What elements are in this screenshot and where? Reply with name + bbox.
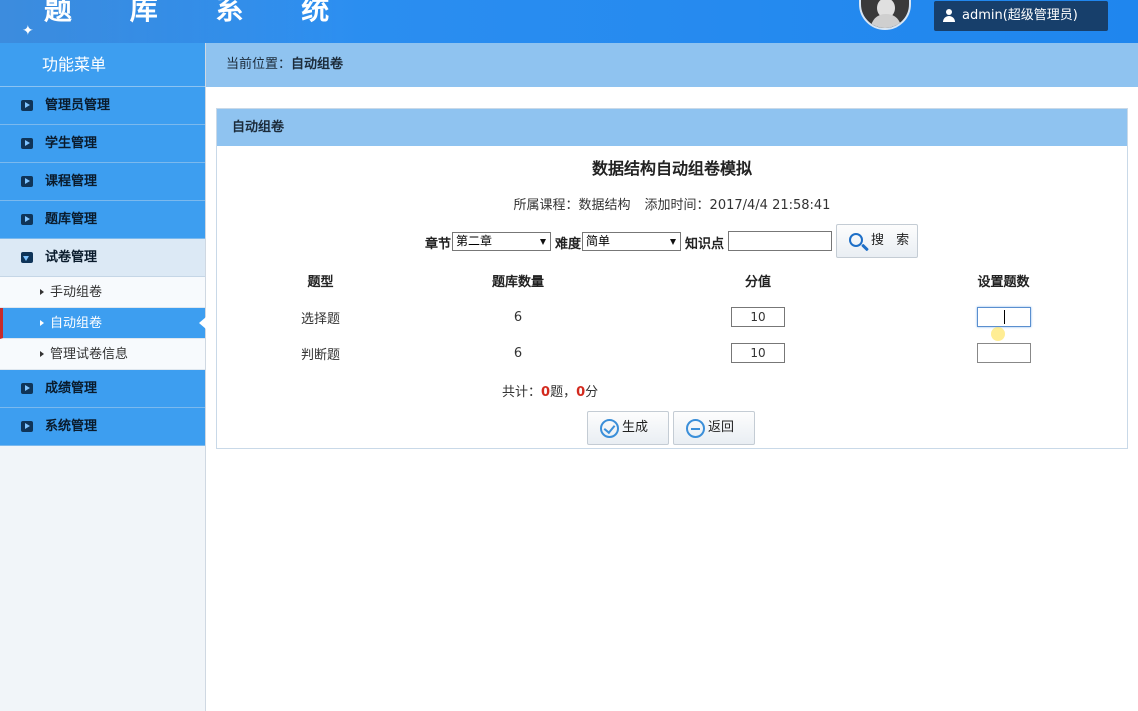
- expand-arrow-icon: [21, 100, 33, 111]
- knowledge-label: 知识点: [685, 237, 725, 252]
- points-unit: 分: [585, 385, 599, 400]
- search-button-label: 搜 索: [871, 233, 914, 248]
- sidebar-item-question-bank[interactable]: 题库管理: [0, 201, 205, 239]
- sidebar-title: 功能菜单: [0, 43, 205, 87]
- question-type-cell: 选择题: [300, 311, 340, 327]
- question-type-table: 题型 题库数量 分值 设置题数 选择题 6 10 判断题 6 10: [229, 261, 1115, 371]
- text-caret: [1003, 310, 1005, 324]
- generate-button[interactable]: 生成: [587, 411, 669, 445]
- total-points: 0: [576, 385, 586, 400]
- sidebar-item-label: 学生管理: [45, 136, 98, 151]
- sidebar-subitem-manual-compose[interactable]: 手动组卷: [0, 277, 205, 308]
- user-avatar[interactable]: [859, 0, 911, 30]
- collapse-arrow-icon: [21, 252, 33, 263]
- breadcrumb: 当前位置：自动组卷: [206, 43, 1138, 87]
- expand-arrow-icon: [21, 176, 33, 187]
- table-header-row: 题型 题库数量 分值 设置题数: [229, 261, 1115, 299]
- generate-button-label: 生成: [622, 420, 649, 435]
- sidebar-item-label: 成绩管理: [45, 381, 98, 396]
- sidebar-item-label: 试卷管理: [45, 250, 98, 265]
- summary-prefix: 共计：: [502, 385, 542, 400]
- set-count-input[interactable]: [976, 343, 1031, 363]
- score-cell: 10: [624, 335, 892, 371]
- mouse-cursor-highlight: [991, 327, 1005, 341]
- difficulty-label: 难度: [555, 237, 582, 252]
- sidebar: 功能菜单 管理员管理 学生管理 课程管理 题库管理 试卷管理 手动组卷 自动组卷…: [0, 43, 206, 711]
- back-button-label: 返回: [708, 420, 735, 435]
- difficulty-select-value: 简单: [586, 234, 611, 248]
- auto-compose-panel: 自动组卷 数据结构自动组卷模拟 所属课程：数据结构 添加时间：2017/4/4 2…: [216, 108, 1128, 449]
- expand-arrow-icon: [21, 421, 33, 432]
- sidebar-subitem-label: 自动组卷: [50, 316, 103, 331]
- set-count-input[interactable]: [976, 307, 1031, 327]
- sparkle-icon: ✦: [22, 23, 34, 39]
- breadcrumb-current: 自动组卷: [291, 57, 344, 72]
- sidebar-subitem-manage-papers[interactable]: 管理试卷信息: [0, 339, 205, 370]
- course-info: 所属课程：数据结构: [513, 198, 631, 213]
- sidebar-item-admin[interactable]: 管理员管理: [0, 87, 205, 125]
- sidebar-item-grades[interactable]: 成绩管理: [0, 370, 205, 408]
- dropdown-arrow-icon: [540, 239, 546, 245]
- user-account-button[interactable]: admin(超级管理员): [934, 1, 1108, 31]
- breadcrumb-prefix: 当前位置：: [226, 57, 292, 72]
- question-type-cell: 判断题: [300, 347, 340, 363]
- knowledge-input[interactable]: [728, 231, 832, 251]
- sidebar-item-label: 课程管理: [45, 174, 98, 189]
- sidebar-item-courses[interactable]: 课程管理: [0, 163, 205, 201]
- user-label: admin(超级管理员): [962, 8, 1078, 23]
- score-input[interactable]: 10: [731, 343, 785, 363]
- column-header: 题型: [307, 274, 334, 290]
- table-row: 判断题 6 10: [229, 335, 1115, 371]
- sidebar-item-papers[interactable]: 试卷管理: [0, 239, 205, 277]
- chapter-select-value: 第二章: [456, 234, 493, 248]
- chapter-select[interactable]: 第二章: [452, 232, 551, 251]
- sidebar-subitem-label: 管理试卷信息: [50, 347, 129, 362]
- expand-arrow-icon: [21, 138, 33, 149]
- chapter-label: 章节: [425, 237, 452, 252]
- column-header: 设置题数: [977, 274, 1030, 290]
- search-button[interactable]: 搜 索: [836, 224, 918, 258]
- added-time: 添加时间：2017/4/4 21:58:41: [644, 198, 831, 213]
- difficulty-select[interactable]: 简单: [582, 232, 681, 251]
- column-header: 题库数量: [491, 274, 544, 290]
- total-questions: 0: [541, 385, 551, 400]
- column-header: 分值: [744, 274, 771, 290]
- sidebar-item-label: 管理员管理: [45, 98, 111, 113]
- score-input[interactable]: 10: [731, 307, 785, 327]
- dropdown-arrow-icon: [670, 239, 676, 245]
- back-button[interactable]: 返回: [673, 411, 755, 445]
- sidebar-item-students[interactable]: 学生管理: [0, 125, 205, 163]
- paper-title: 数据结构自动组卷模拟: [591, 159, 752, 178]
- top-header: ✦ 题 库 系 统 admin(超级管理员): [0, 0, 1138, 43]
- search-icon: [849, 233, 863, 247]
- bank-count-cell: 6: [513, 345, 523, 361]
- user-icon: [943, 9, 955, 23]
- paper-meta: 所属课程：数据结构 添加时间：2017/4/4 21:58:41: [217, 194, 1127, 213]
- expand-arrow-icon: [21, 214, 33, 225]
- sidebar-subitem-auto-compose[interactable]: 自动组卷: [0, 308, 206, 339]
- expand-arrow-icon: [21, 383, 33, 394]
- sidebar-item-label: 系统管理: [45, 419, 98, 434]
- panel-heading: 自动组卷: [217, 109, 1127, 146]
- sidebar-item-system[interactable]: 系统管理: [0, 408, 205, 446]
- app-logo-text: 题 库 系 统: [44, 0, 354, 26]
- set-count-cell: [892, 335, 1115, 371]
- bank-count-cell: 6: [513, 309, 523, 325]
- sidebar-subitem-label: 手动组卷: [50, 285, 103, 300]
- question-unit: 题，: [550, 385, 577, 400]
- total-summary: 共计：0题，0分: [502, 381, 598, 400]
- check-circle-icon: [600, 419, 619, 438]
- table-row: 选择题 6 10: [229, 299, 1115, 335]
- score-cell: 10: [624, 299, 892, 335]
- sidebar-item-label: 题库管理: [45, 212, 98, 227]
- minus-circle-icon: [686, 419, 705, 438]
